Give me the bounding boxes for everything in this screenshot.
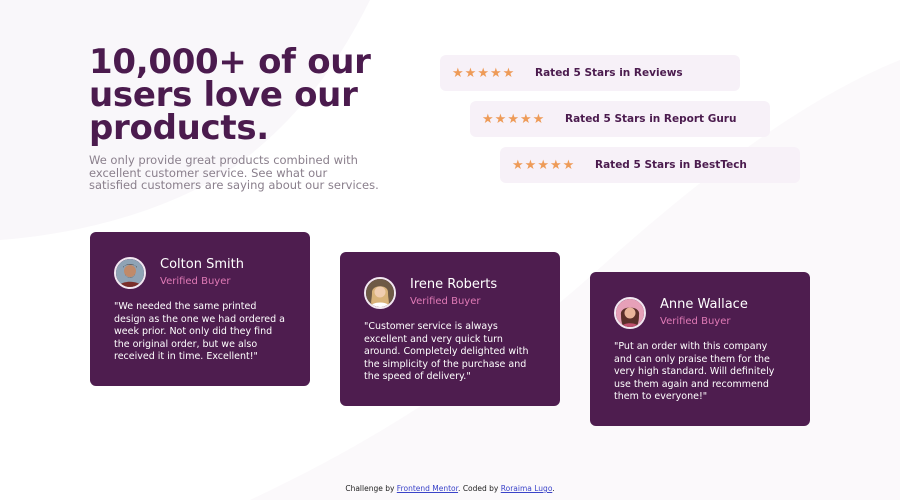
page-subtitle: We only provide great products combined … [89, 153, 379, 192]
star-icon: ★ [562, 157, 575, 173]
star-icon: ★ [532, 111, 545, 127]
avatar [114, 257, 146, 289]
star-icon: ★ [512, 157, 524, 173]
rating-label: Rated 5 Stars in Report Guru [565, 113, 737, 125]
reviewer-name: Colton Smith [160, 257, 244, 272]
testimonial-card: Colton Smith Verified Buyer "We needed t… [90, 232, 310, 386]
footer-prefix: Challenge by [345, 484, 397, 493]
star-icon: ★ [489, 65, 502, 81]
star-icon: ★ [477, 65, 489, 81]
testimonial-card: Anne Wallace Verified Buyer "Put an orde… [590, 272, 810, 426]
rating-bar-reviews: ★ ★ ★ ★ ★ Rated 5 Stars in Reviews [440, 55, 740, 91]
rating-bar-report-guru: ★ ★ ★ ★ ★ Rated 5 Stars in Report Guru [470, 101, 770, 137]
rating-label: Rated 5 Stars in BestTech [595, 159, 747, 171]
testimonial-card: Irene Roberts Verified Buyer "Customer s… [340, 252, 560, 406]
attribution-footer: Challenge by Frontend Mentor. Coded by R… [0, 484, 900, 493]
star-icon: ★ [549, 157, 562, 173]
avatar-anne-image [616, 299, 644, 327]
star-icon: ★ [524, 157, 537, 173]
verified-badge: Verified Buyer [660, 316, 731, 327]
reviewer-name: Irene Roberts [410, 277, 498, 292]
reviewer-name: Anne Wallace [660, 297, 748, 312]
star-icon: ★ [482, 111, 494, 127]
testimonial-quote: "Customer service is always excellent an… [364, 321, 529, 383]
star-icon: ★ [494, 111, 507, 127]
star-icon: ★ [464, 65, 477, 81]
page-title: 10,000+ of our users love our products. [89, 42, 371, 148]
footer-middle: . Coded by [458, 484, 501, 493]
avatar-colton-image [116, 259, 144, 287]
rating-bar-besttech: ★ ★ ★ ★ ★ Rated 5 Stars in BestTech [500, 147, 800, 183]
frontend-mentor-link[interactable]: Frontend Mentor [397, 484, 458, 493]
rating-label: Rated 5 Stars in Reviews [535, 67, 683, 79]
star-icon: ★ [502, 65, 515, 81]
star-icon: ★ [537, 157, 549, 173]
avatar [364, 277, 396, 309]
star-icon: ★ [519, 111, 532, 127]
star-rating: ★ ★ ★ ★ ★ [512, 159, 595, 172]
verified-badge: Verified Buyer [410, 296, 481, 307]
testimonial-quote: "Put an order with this company and can … [614, 341, 775, 403]
avatar-irene-image [366, 279, 394, 307]
star-icon: ★ [452, 65, 464, 81]
star-icon: ★ [507, 111, 519, 127]
star-rating: ★ ★ ★ ★ ★ [452, 67, 535, 80]
footer-suffix: . [552, 484, 555, 493]
verified-badge: Verified Buyer [160, 276, 231, 287]
author-link[interactable]: Roraima Lugo [501, 484, 553, 493]
avatar [614, 297, 646, 329]
testimonial-quote: "We needed the same printed design as th… [114, 301, 285, 363]
star-rating: ★ ★ ★ ★ ★ [482, 113, 565, 126]
